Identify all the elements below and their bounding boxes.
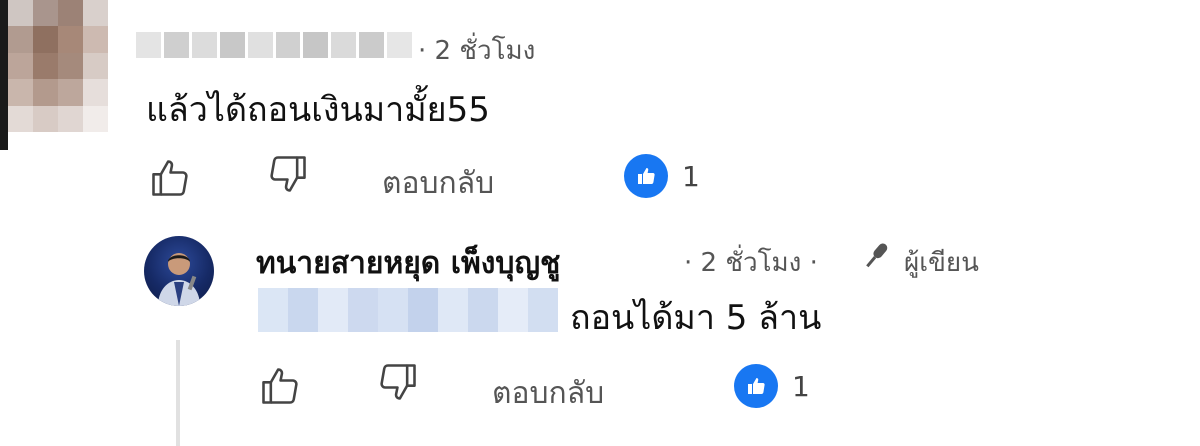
commenter-name-blurred[interactable] bbox=[136, 32, 413, 58]
left-edge-bar bbox=[0, 0, 8, 150]
thumbs-up-icon[interactable] bbox=[146, 154, 194, 202]
author-name[interactable]: ทนายสายหยุด เพ็งบุญชู bbox=[256, 240, 560, 287]
thumbs-up-icon[interactable] bbox=[256, 362, 304, 410]
like-count-badge-icon bbox=[734, 364, 778, 408]
like-count: 1 bbox=[682, 160, 700, 193]
comment-time[interactable]: · 2 ชั่วโมง bbox=[418, 30, 535, 71]
thumbs-down-icon[interactable] bbox=[374, 358, 422, 406]
avatar[interactable] bbox=[8, 0, 108, 132]
reply-text: ถอนได้มา 5 ล้าน bbox=[570, 298, 822, 338]
reply-button[interactable]: ตอบกลับ bbox=[382, 160, 494, 207]
comment-text: แล้วได้ถอนเงินมามั้ย55 bbox=[146, 90, 490, 130]
mention-blurred[interactable] bbox=[258, 288, 558, 332]
thumbs-down-icon[interactable] bbox=[264, 150, 312, 198]
thread-line bbox=[176, 340, 180, 446]
like-count-badge-icon bbox=[624, 154, 668, 198]
reply-button[interactable]: ตอบกลับ bbox=[492, 370, 604, 417]
author-badge: ผู้เขียน bbox=[904, 248, 979, 278]
like-count: 1 bbox=[792, 370, 810, 403]
author-avatar[interactable] bbox=[144, 236, 214, 306]
microphone-icon bbox=[858, 238, 894, 278]
reply-time[interactable]: · 2 ชั่วโมง · bbox=[684, 242, 818, 283]
